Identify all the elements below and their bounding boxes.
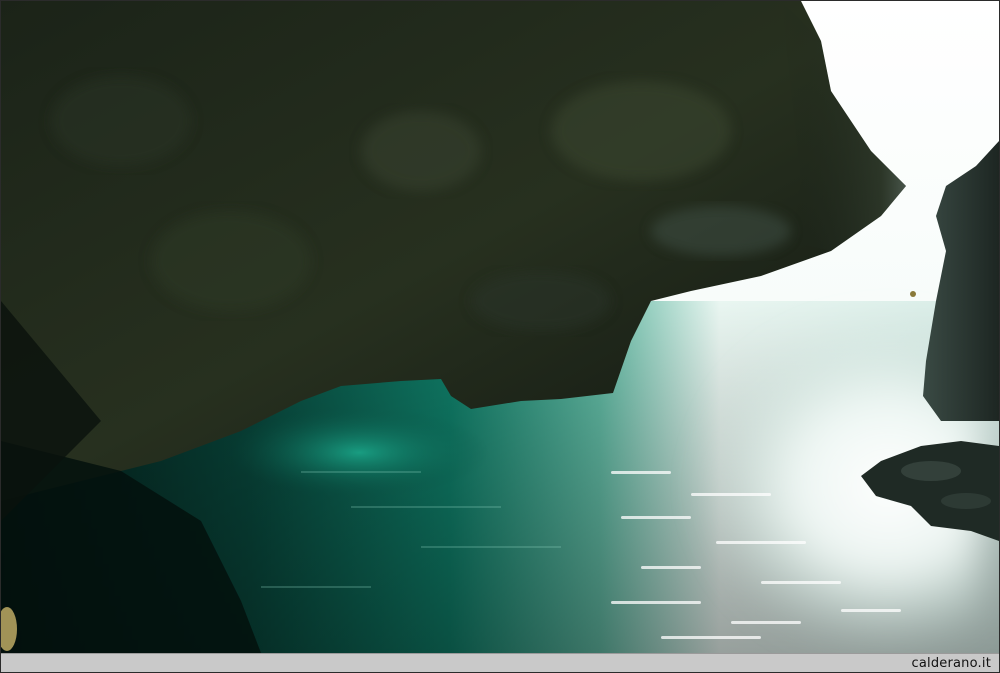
watermark-text: calderano.it xyxy=(911,656,991,671)
photo-frame: calderano.it xyxy=(0,0,1000,673)
sea-cave-photo xyxy=(1,1,999,653)
footer-bar: calderano.it xyxy=(1,653,999,672)
distant-speck xyxy=(910,291,916,297)
